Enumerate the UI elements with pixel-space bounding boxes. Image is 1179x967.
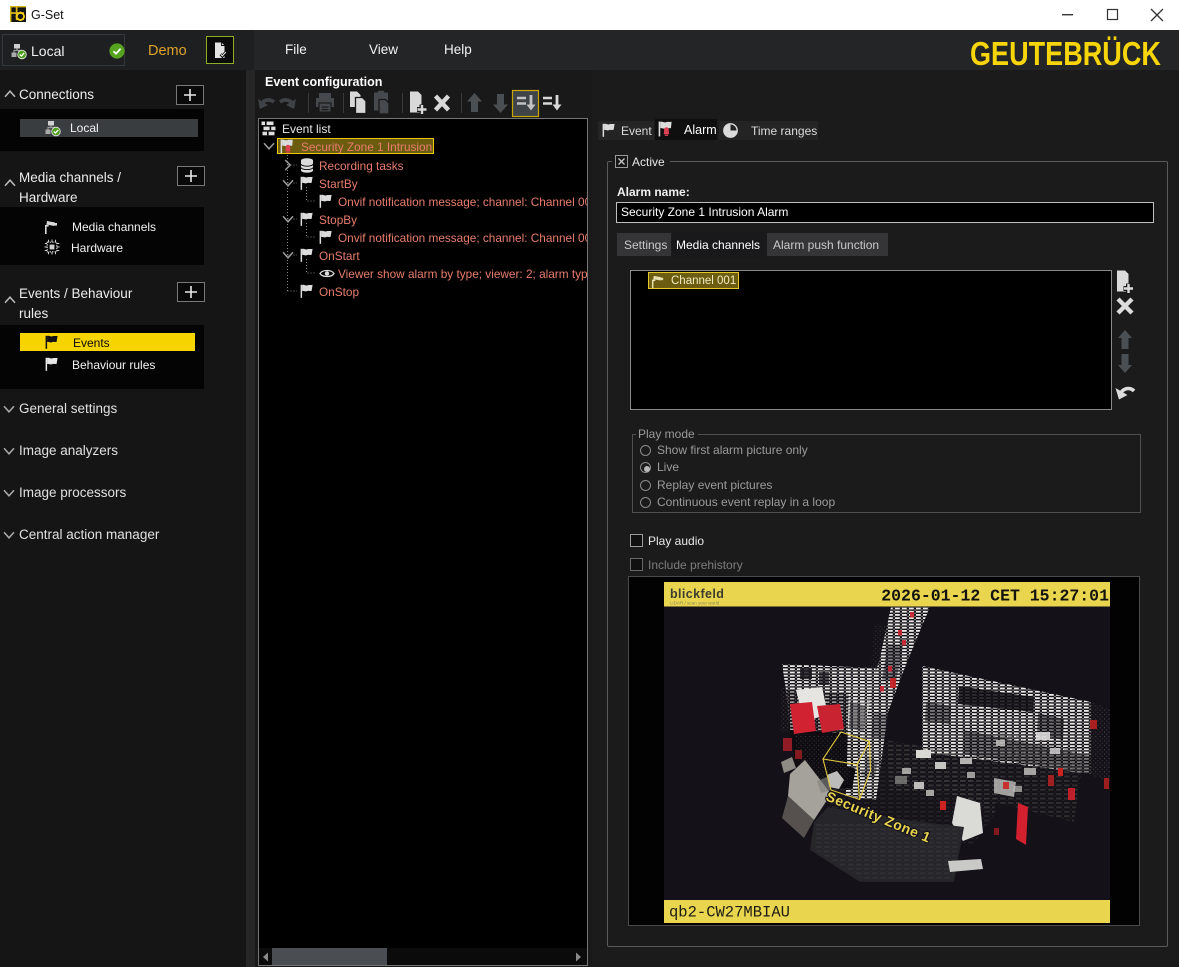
svg-text:qb2-CW27MBIAU: qb2-CW27MBIAU [669,904,790,922]
svg-text:blickfeld: blickfeld [670,587,724,601]
svg-text:2026-01-12 CET 15:27:01: 2026-01-12 CET 15:27:01 [881,587,1109,606]
svg-text:LiDAR / scan your world: LiDAR / scan your world [670,601,720,606]
